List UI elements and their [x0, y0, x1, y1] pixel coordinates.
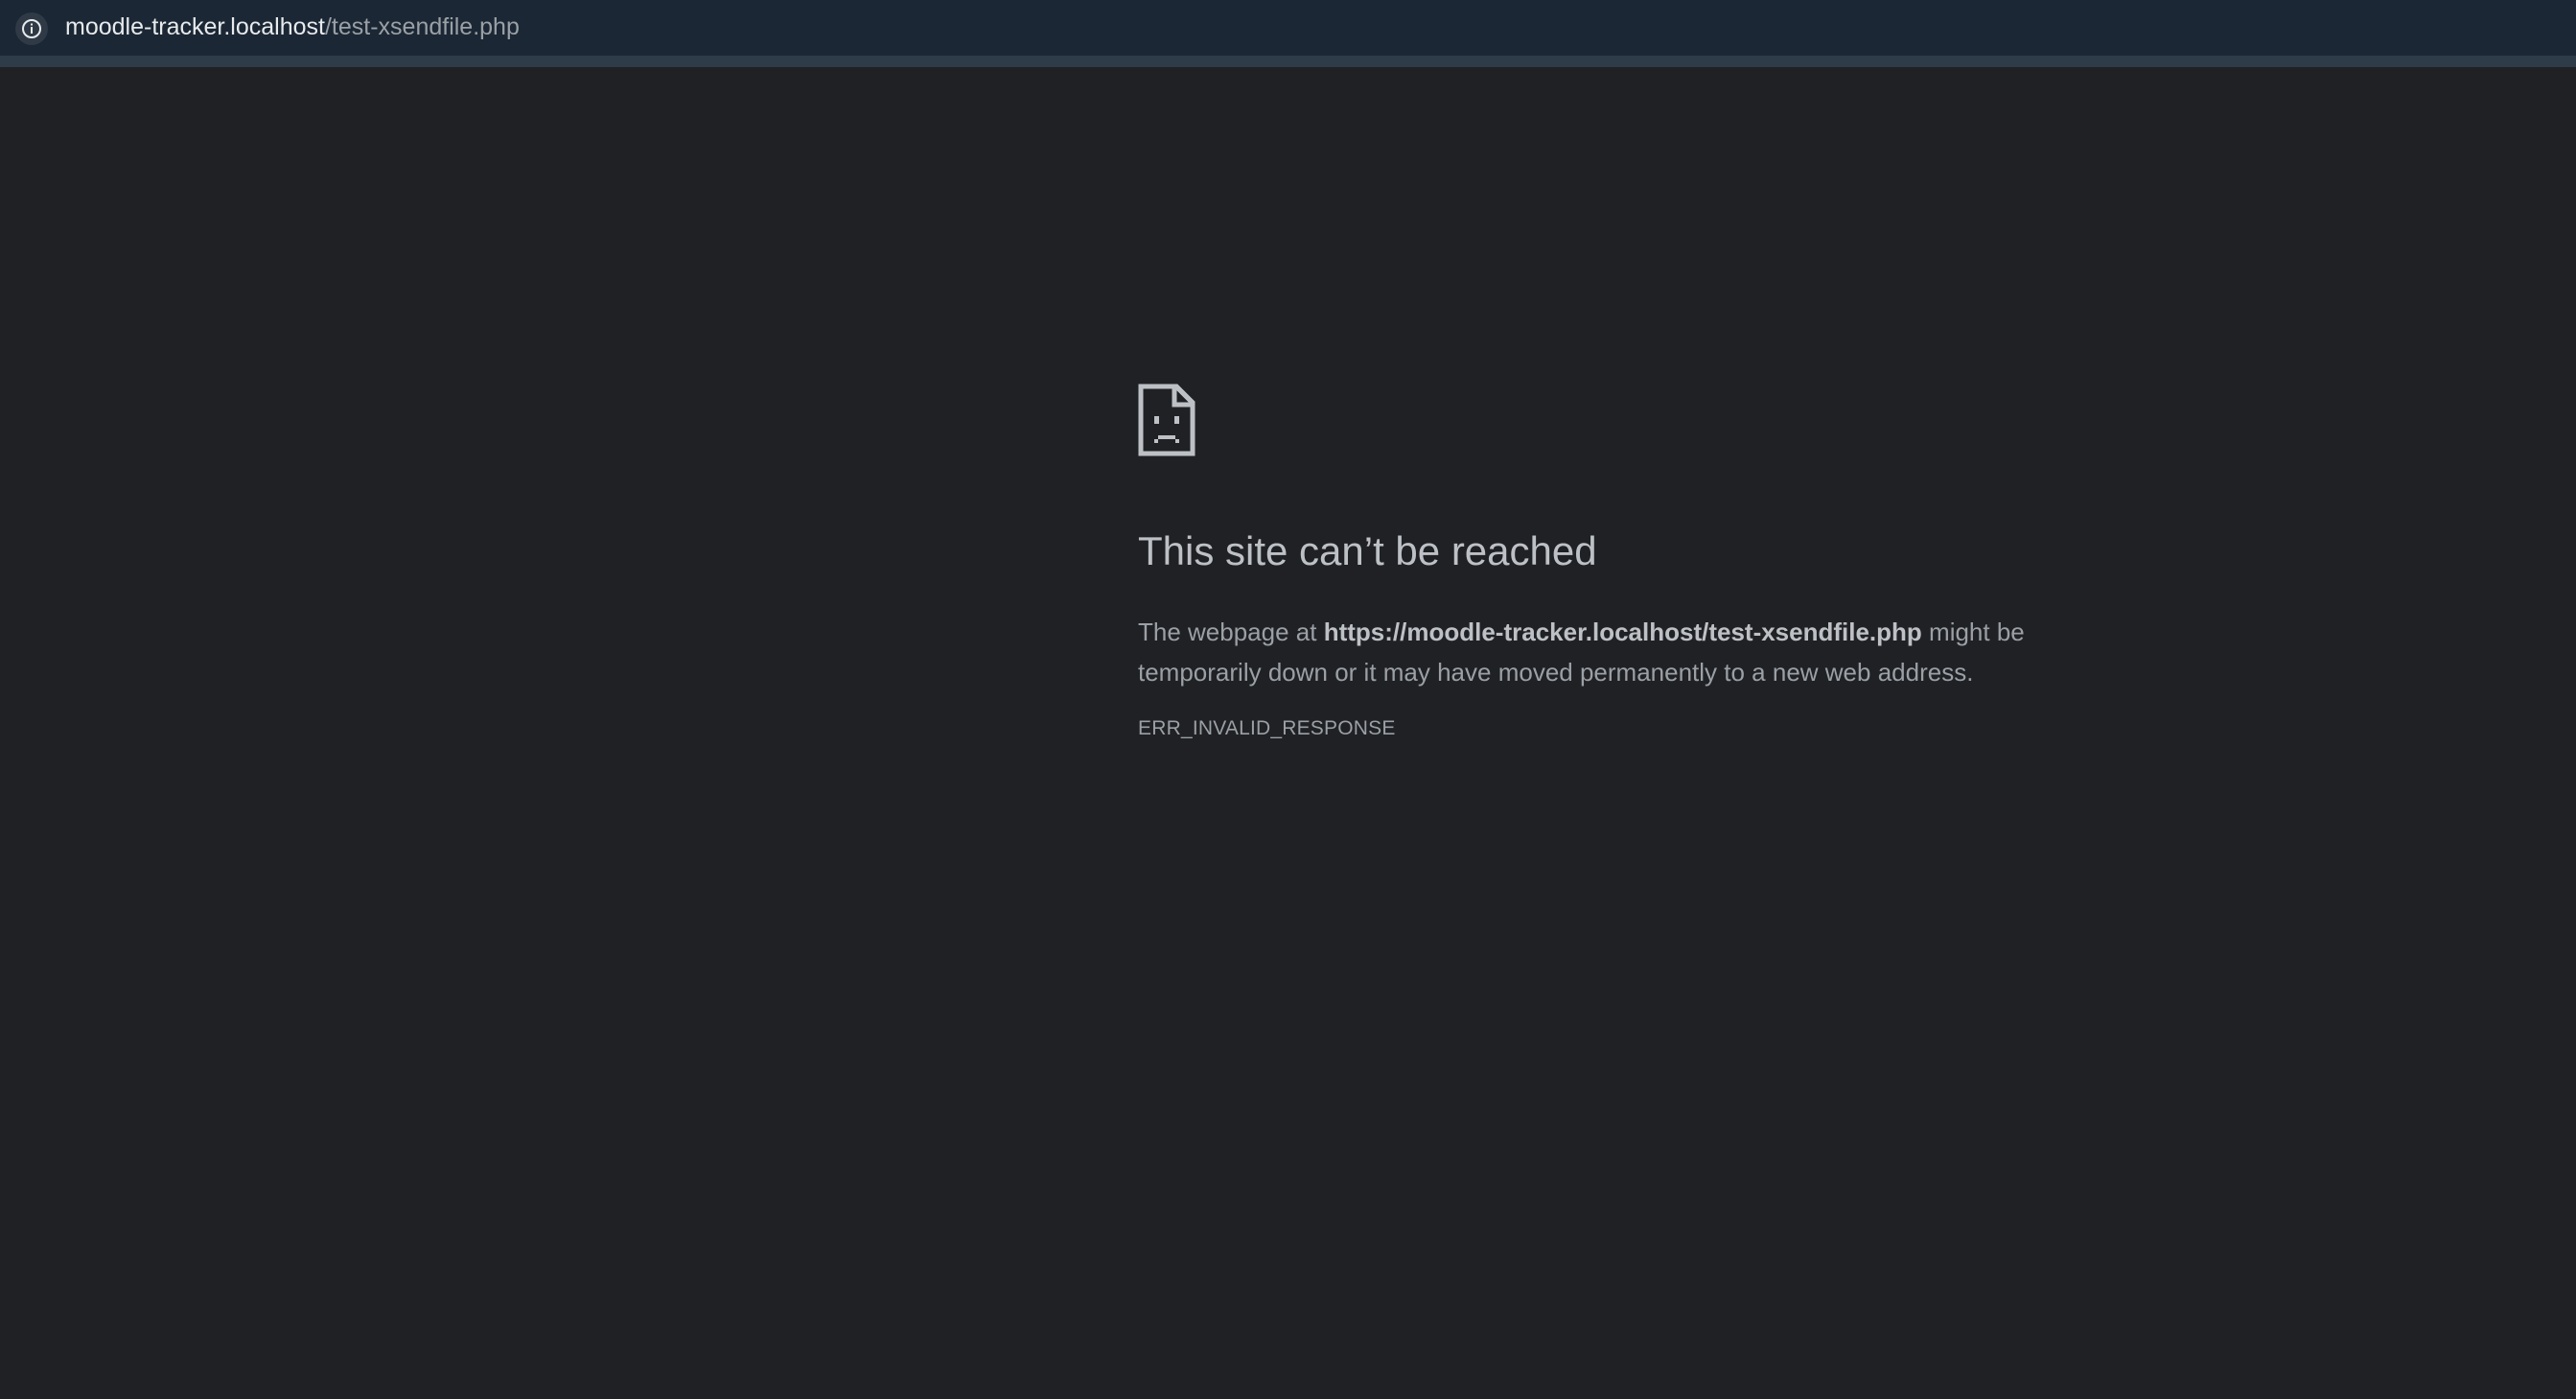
info-icon[interactable] [15, 12, 48, 45]
address-bar-divider [0, 56, 2576, 67]
address-bar[interactable]: moodle-tracker.localhost/test-xsendfile.… [0, 0, 2576, 56]
error-message: The webpage at https://moodle-tracker.lo… [1138, 612, 2116, 692]
url-path: /test-xsendfile.php [324, 13, 520, 40]
error-message-prefix: The webpage at [1138, 618, 1324, 646]
error-message-url: https://moodle-tracker.localhost/test-xs… [1323, 618, 1922, 646]
url-text[interactable]: moodle-tracker.localhost/test-xsendfile.… [65, 0, 520, 56]
sad-document-icon [1138, 384, 1195, 456]
error-heading: This site can’t be reached [1138, 528, 1597, 573]
error-code: ERR_INVALID_RESPONSE [1138, 717, 1396, 739]
url-host: moodle-tracker.localhost [65, 13, 325, 40]
